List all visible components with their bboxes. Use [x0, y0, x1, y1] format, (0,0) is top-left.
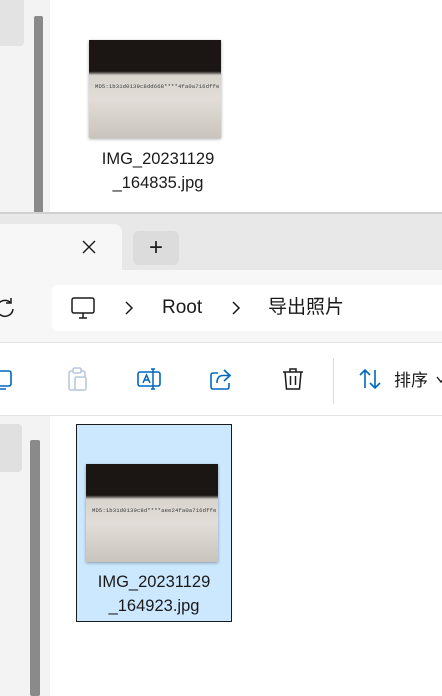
top-file-tile[interactable]: MD5:1b31d0139c8dd668****4fa0a716dffe IMG…	[80, 32, 230, 202]
trash-icon	[283, 368, 303, 390]
nav-scrollbar[interactable]	[30, 440, 40, 696]
top-nav-scrollbar[interactable]	[34, 16, 43, 214]
copy-icon	[0, 370, 12, 390]
address-bar[interactable]	[52, 285, 442, 331]
top-file-name-line2: _164835.jpg	[112, 174, 204, 192]
close-tab-button[interactable]	[74, 232, 104, 262]
breadcrumb-root[interactable]: Root	[162, 296, 202, 320]
paste-button[interactable]	[64, 366, 90, 392]
file-name-line2: _164923.jpg	[108, 597, 200, 615]
this-pc-icon[interactable]	[70, 295, 96, 321]
thumbnail-text: MD5:1b31d0139c8d****aee24fa0a716dffe	[92, 507, 217, 514]
new-tab-button[interactable]: +	[133, 231, 179, 265]
breadcrumb-chevron-icon[interactable]	[122, 298, 136, 318]
top-file-name-line1: IMG_20231129	[101, 150, 215, 168]
sort-icon	[359, 368, 381, 390]
rename-icon	[137, 368, 161, 390]
copy-button[interactable]	[0, 366, 16, 392]
close-icon	[82, 240, 96, 254]
top-thumbnail-text: MD5:1b31d0139c8dd668****4fa0a716dffe	[95, 83, 220, 90]
toolbar-divider	[333, 358, 334, 404]
breadcrumb-current-folder[interactable]: 导出照片	[268, 296, 344, 320]
share-button[interactable]	[208, 366, 234, 392]
share-icon	[210, 369, 232, 390]
sort-button[interactable]	[357, 366, 383, 392]
refresh-icon	[0, 298, 14, 318]
refresh-button[interactable]	[0, 294, 16, 322]
file-thumbnail: MD5:1b31d0139c8d****aee24fa0a716dffe	[86, 464, 218, 562]
rename-button[interactable]	[136, 366, 162, 392]
paste-icon	[68, 367, 87, 391]
plus-icon: +	[148, 234, 163, 261]
delete-button[interactable]	[280, 366, 306, 392]
nav-selected-item[interactable]	[0, 424, 22, 472]
sort-label[interactable]: 排序	[394, 370, 428, 392]
file-name-line1: IMG_20231129	[97, 573, 211, 591]
breadcrumb-chevron-icon[interactable]	[229, 298, 243, 318]
top-nav-selected-item[interactable]	[0, 0, 24, 46]
chevron-down-icon[interactable]	[436, 374, 442, 386]
top-file-thumbnail: MD5:1b31d0139c8dd668****4fa0a716dffe	[89, 40, 221, 138]
file-item-selected[interactable]: MD5:1b31d0139c8d****aee24fa0a716dffe IMG…	[76, 424, 232, 622]
